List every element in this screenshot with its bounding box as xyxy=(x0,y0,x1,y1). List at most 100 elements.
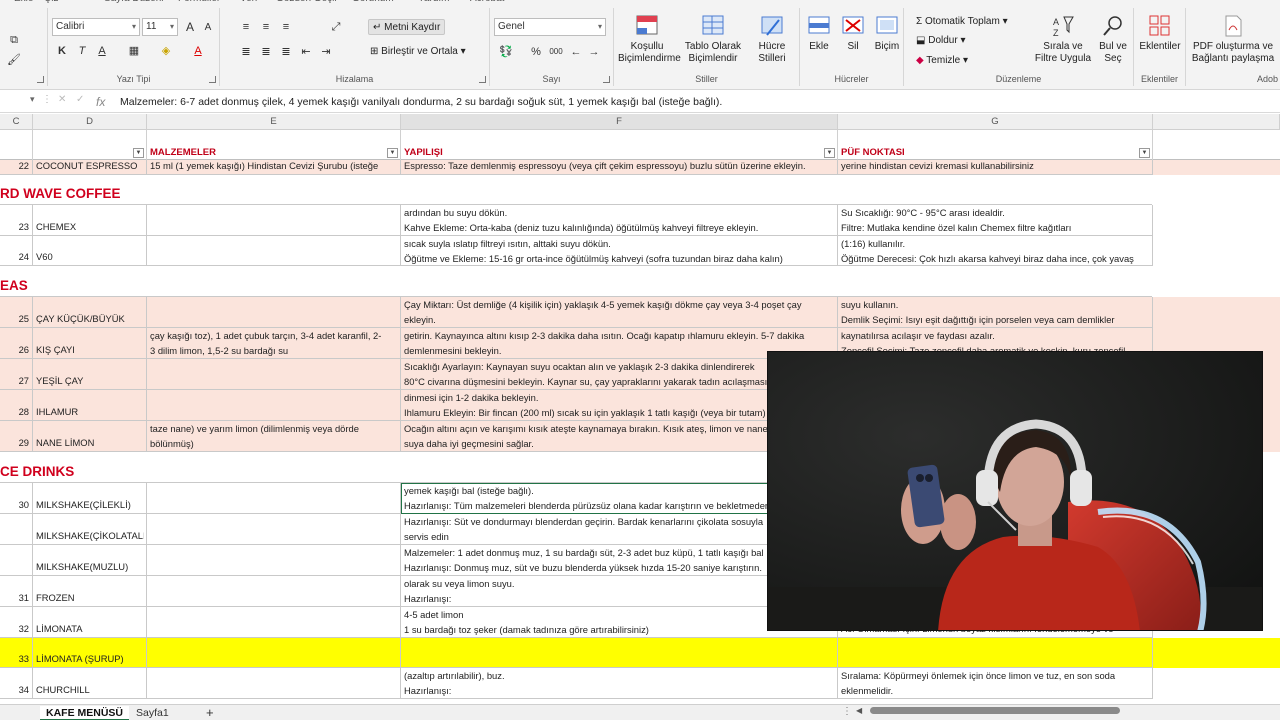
ingredients-cell[interactable]: taze nane) ve yarım limon (dilimlenmiş v… xyxy=(147,421,401,452)
number-launcher[interactable] xyxy=(603,76,610,83)
item-name-cell[interactable]: MILKSHAKE(ÇİLEKLİ) xyxy=(33,483,147,514)
number-format-combo[interactable]: Genel ▾ xyxy=(494,18,606,36)
column-header-d[interactable]: D xyxy=(33,114,147,130)
fill-color-icon[interactable]: ◈ xyxy=(158,43,174,59)
ingredients-cell[interactable] xyxy=(147,576,401,607)
method-cell[interactable]: ardından bu suyu dökün. Kahve Ekleme: Ort… xyxy=(401,205,838,236)
ingredients-cell[interactable] xyxy=(147,297,401,328)
font-name-combo[interactable]: Calibri ▾ xyxy=(52,18,140,36)
item-name-cell[interactable]: V60 xyxy=(33,236,147,266)
column-header-g[interactable]: G xyxy=(838,114,1153,130)
currency-icon[interactable]: 💱 xyxy=(498,44,514,60)
sheet-tab-kafe-menusu[interactable]: KAFE MENÜSÜ xyxy=(40,706,130,720)
format-painter-icon[interactable]: 🖌 xyxy=(6,52,22,68)
formula-input[interactable]: Malzemeler: 6-7 adet donmuş çilek, 4 yem… xyxy=(120,93,722,111)
item-name-cell[interactable]: IHLAMUR xyxy=(33,390,147,421)
ribbon-tab[interactable]: Veri xyxy=(240,0,257,4)
item-name-cell[interactable]: MILKSHAKE(MUZLU) xyxy=(33,545,147,576)
orientation-icon[interactable]: ⤢ xyxy=(328,19,344,35)
ribbon-tab[interactable]: Görünüm xyxy=(352,0,394,4)
fill-button[interactable]: ⬓ Doldur ▾ xyxy=(916,33,966,49)
find-select-button[interactable]: Bul ve Seç xyxy=(1094,14,1132,65)
decrease-indent-icon[interactable]: ⇤ xyxy=(298,44,314,60)
ingredients-cell[interactable] xyxy=(147,607,401,638)
copy-icon[interactable]: ⧉ xyxy=(6,32,22,48)
item-name-cell[interactable]: LİMONATA xyxy=(33,607,147,638)
ribbon-tab[interactable]: Acrobat xyxy=(470,0,504,4)
conditional-formatting-button[interactable]: Koşullu Biçimlendirme xyxy=(618,14,681,65)
filter-dropdown-icon[interactable]: ▼ xyxy=(133,148,144,158)
item-name-cell[interactable]: LİMONATA (ŞURUP) xyxy=(33,638,147,668)
add-sheet-button[interactable]: + xyxy=(200,706,220,720)
sheet-tab-sayfa1[interactable]: Sayfa1 xyxy=(130,706,175,720)
horizontal-scrollbar[interactable] xyxy=(870,707,1120,714)
item-name-cell[interactable]: COCONUT ESPRESSO xyxy=(33,160,147,175)
column-header-h[interactable] xyxy=(1153,114,1280,130)
font-launcher[interactable] xyxy=(209,76,216,83)
format-cells-button[interactable]: Biçim xyxy=(870,14,904,53)
cell-styles-button[interactable]: Hücre Stilleri xyxy=(748,14,796,65)
font-size-combo[interactable]: 11 ▾ xyxy=(142,18,178,36)
bold-button[interactable]: K xyxy=(54,43,70,59)
method-cell[interactable]: sıcak suyla ıslatıp filtreyi ısıtın, alt… xyxy=(401,236,838,266)
item-name-cell[interactable]: CHURCHILL xyxy=(33,668,147,699)
ingredients-cell[interactable] xyxy=(147,390,401,421)
align-top-icon[interactable]: ≡ xyxy=(238,19,254,35)
format-as-table-button[interactable]: Tablo Olarak Biçimlendir xyxy=(682,14,744,65)
column-header-e[interactable]: E xyxy=(147,114,401,130)
increase-decimal-icon[interactable]: ← xyxy=(568,44,584,60)
more-options-icon[interactable]: ⋮ xyxy=(842,706,852,717)
insert-function-button[interactable]: fx xyxy=(96,93,105,111)
ingredients-cell[interactable] xyxy=(147,545,401,576)
underline-button[interactable]: A xyxy=(94,43,110,59)
percent-button[interactable]: % xyxy=(528,44,544,60)
wrap-text-button[interactable]: ↵ Metni Kaydır xyxy=(368,19,446,35)
method-cell[interactable] xyxy=(401,638,838,668)
ingredients-cell[interactable] xyxy=(147,668,401,699)
sort-filter-button[interactable]: AZ Sırala ve Filtre Uygula xyxy=(1032,14,1094,65)
ingredients-cell[interactable] xyxy=(147,638,401,668)
ingredients-cell[interactable]: çay kaşığı toz), 1 adet çubuk tarçın, 3-… xyxy=(147,328,401,359)
column-header-f[interactable]: F xyxy=(401,114,838,130)
increase-indent-icon[interactable]: ⇥ xyxy=(318,44,334,60)
ribbon-tab[interactable]: Yardım xyxy=(418,0,450,4)
ingredients-cell[interactable]: 15 ml (1 yemek kaşığı) Hindistan Cevizi … xyxy=(147,160,401,175)
item-name-cell[interactable]: KIŞ ÇAYI xyxy=(33,328,147,359)
ingredients-cell[interactable] xyxy=(147,483,401,514)
column-header-c[interactable]: C xyxy=(0,114,33,130)
filter-dropdown-icon[interactable]: ▼ xyxy=(824,148,835,158)
chevron-down-icon[interactable]: ▾ xyxy=(30,94,35,105)
item-name-cell[interactable]: MILKSHAKE(ÇİKOLATALI) xyxy=(33,514,147,545)
enter-icon[interactable]: ✓ xyxy=(76,94,84,105)
filter-dropdown-icon[interactable]: ▼ xyxy=(1139,148,1150,158)
autosum-button[interactable]: Σ Otomatik Toplam ▾ xyxy=(916,14,1008,30)
pdf-create-button[interactable]: PDF oluşturma ve Bağlantı paylaşma xyxy=(1188,14,1278,65)
tip-cell[interactable]: suyu kullanın. Demlik Seçimi: Isıyı eşit … xyxy=(838,297,1153,328)
delete-cells-button[interactable]: Sil xyxy=(836,14,870,53)
item-name-cell[interactable]: CHEMEX xyxy=(33,205,147,236)
method-cell[interactable]: Espresso: Taze demlenmiş espressoyu (vey… xyxy=(401,160,838,175)
align-middle-icon[interactable]: ≡ xyxy=(258,19,274,35)
clear-button[interactable]: ◆ Temizle ▾ xyxy=(916,53,968,69)
ingredients-cell[interactable] xyxy=(147,236,401,266)
align-center-icon[interactable]: ≣ xyxy=(258,44,274,60)
align-right-icon[interactable]: ≣ xyxy=(278,44,294,60)
item-name-cell[interactable]: YEŞİL ÇAY xyxy=(33,359,147,390)
tip-cell[interactable]: Sıralama: Köpürmeyi önlemek için önce li… xyxy=(838,668,1153,699)
ribbon-tab[interactable]: Ekle xyxy=(14,0,33,4)
ribbon-tab[interactable]: Çiz xyxy=(44,0,58,4)
method-cell[interactable]: (azaltıp artırılabilir), buz. Hazırlanışı… xyxy=(401,668,838,699)
grow-font-button[interactable]: A xyxy=(182,19,198,35)
font-color-icon[interactable]: A xyxy=(190,43,206,59)
comma-style-button[interactable]: 000 xyxy=(548,44,564,60)
tip-cell[interactable]: yerine hindistan cevizi kremasi kullanab… xyxy=(838,160,1153,175)
shrink-font-button[interactable]: A xyxy=(200,20,216,36)
tip-cell[interactable]: Su Sıcaklığı: 90°C - 95°C arası idealdir… xyxy=(838,205,1153,236)
item-name-cell[interactable]: NANE LİMON xyxy=(33,421,147,452)
decrease-decimal-icon[interactable]: → xyxy=(586,44,602,60)
alignment-launcher[interactable] xyxy=(479,76,486,83)
italic-button[interactable]: T xyxy=(74,43,90,59)
item-name-cell[interactable]: ÇAY KÜÇÜK/BÜYÜK xyxy=(33,297,147,328)
tip-cell[interactable] xyxy=(838,638,1153,668)
insert-cells-button[interactable]: Ekle xyxy=(802,14,836,53)
